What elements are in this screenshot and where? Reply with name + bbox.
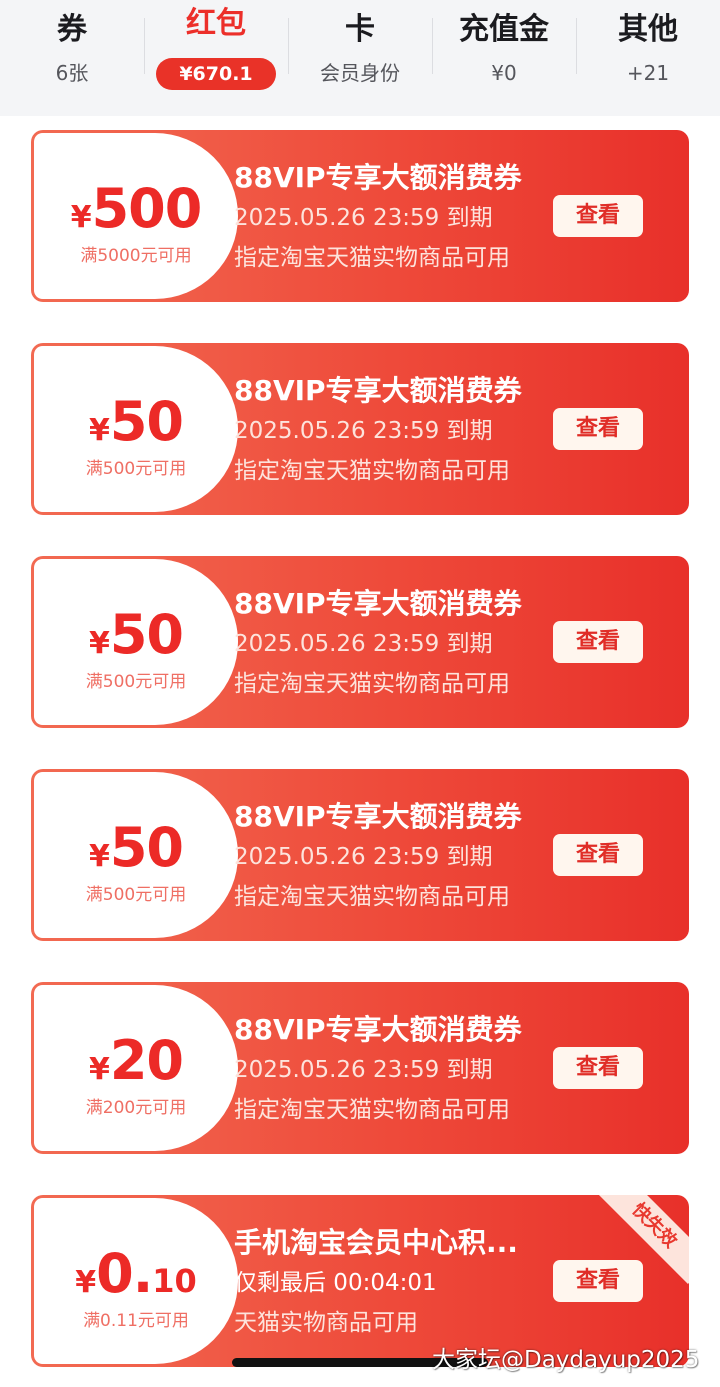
coupon-expiry: 2025.05.26 23:59 到期 — [234, 844, 493, 870]
coupon-value-panel: ¥20 满200元可用 — [34, 985, 238, 1151]
coupon-amount: ¥50 — [34, 603, 238, 667]
coupon-scope: 指定淘宝天猫实物商品可用 — [234, 884, 510, 910]
currency-symbol: ¥ — [75, 1265, 97, 1300]
tab-title: 卡 — [345, 12, 375, 47]
coupon-expiry: 2025.05.26 23:59 到期 — [234, 205, 493, 231]
amount-decimal: 10 — [152, 1262, 197, 1300]
view-button[interactable]: 查看 — [553, 1047, 643, 1089]
currency-symbol: ¥ — [70, 200, 92, 235]
currency-symbol: ¥ — [88, 1052, 110, 1087]
coupon-condition: 满500元可用 — [85, 459, 187, 479]
tab-balance-badge: ¥670.1 — [156, 58, 276, 90]
tab-red-packets[interactable]: 红包 ¥670.1 — [144, 0, 288, 116]
coupon-expiry: 2025.05.26 23:59 到期 — [234, 1057, 493, 1083]
coupon-scope: 指定淘宝天猫实物商品可用 — [234, 1097, 510, 1123]
coupon-title: 88VIP专享大额消费券 — [234, 587, 522, 620]
currency-symbol: ¥ — [88, 413, 110, 448]
coupon-amount: ¥50 — [34, 390, 238, 454]
currency-symbol: ¥ — [88, 626, 110, 661]
coupon-amount: ¥50 — [34, 816, 238, 880]
tab-title: 券 — [57, 12, 87, 47]
coupon-countdown: 仅剩最后 00:04:01 — [234, 1270, 437, 1296]
coupon-amount: ¥0.10 — [34, 1242, 238, 1306]
coupon-amount: ¥500 — [34, 177, 238, 241]
tab-cards[interactable]: 卡 会员身份 — [288, 0, 432, 116]
view-button[interactable]: 查看 — [553, 408, 643, 450]
coupon-card[interactable]: ¥50 满500元可用 88VIP专享大额消费券 2025.05.26 23:5… — [31, 556, 689, 728]
tab-title: 红包 — [186, 6, 246, 41]
view-button[interactable]: 查看 — [553, 621, 643, 663]
coupon-title: 88VIP专享大额消费券 — [234, 374, 522, 407]
coupon-scope: 指定淘宝天猫实物商品可用 — [234, 245, 510, 271]
amount-value: 50 — [109, 603, 184, 666]
tab-count: +21 — [626, 61, 670, 85]
coupon-condition: 满0.11元可用 — [83, 1311, 189, 1331]
coupon-card[interactable]: ¥20 满200元可用 88VIP专享大额消费券 2025.05.26 23:5… — [31, 982, 689, 1154]
amount-value: 20 — [109, 1029, 184, 1092]
coupon-expiry: 2025.05.26 23:59 到期 — [234, 631, 493, 657]
watermark: 大家坛@Daydayup2025 — [432, 1347, 700, 1373]
tab-subtitle: 会员身份 — [320, 61, 400, 85]
coupon-title: 88VIP专享大额消费券 — [234, 1013, 522, 1046]
coupon-value-panel: ¥50 满500元可用 — [34, 346, 238, 512]
amount-value: 0. — [96, 1242, 153, 1305]
coupon-scope: 指定淘宝天猫实物商品可用 — [234, 458, 510, 484]
coupon-title: 手机淘宝会员中心积... — [234, 1226, 518, 1259]
coupon-card[interactable]: ¥50 满500元可用 88VIP专享大额消费券 2025.05.26 23:5… — [31, 343, 689, 515]
tab-recharge[interactable]: 充值金 ¥0 — [432, 0, 576, 116]
coupon-expiry: 2025.05.26 23:59 到期 — [234, 418, 493, 444]
view-button[interactable]: 查看 — [553, 1260, 643, 1302]
coupon-card[interactable]: ¥500 满5000元可用 88VIP专享大额消费券 2025.05.26 23… — [31, 130, 689, 302]
view-button[interactable]: 查看 — [553, 834, 643, 876]
coupon-value-panel: ¥500 满5000元可用 — [34, 133, 238, 299]
tab-balance: ¥0 — [491, 61, 517, 85]
coupon-title: 88VIP专享大额消费券 — [234, 800, 522, 833]
coupon-condition: 满5000元可用 — [80, 246, 192, 266]
amount-value: 50 — [109, 816, 184, 879]
coupon-condition: 满200元可用 — [85, 1098, 187, 1118]
amount-value: 500 — [91, 177, 203, 240]
currency-symbol: ¥ — [88, 839, 110, 874]
coupon-card[interactable]: ¥50 满500元可用 88VIP专享大额消费券 2025.05.26 23:5… — [31, 769, 689, 941]
coupon-title: 88VIP专享大额消费券 — [234, 161, 522, 194]
coupon-value-panel: ¥50 满500元可用 — [34, 559, 238, 725]
coupon-condition: 满500元可用 — [85, 885, 187, 905]
tab-count: 6张 — [55, 61, 89, 85]
coupon-value-panel: ¥50 满500元可用 — [34, 772, 238, 938]
tab-title: 其他 — [618, 12, 678, 47]
amount-value: 50 — [109, 390, 184, 453]
coupon-condition: 满500元可用 — [85, 672, 187, 692]
wallet-tabs: 券 6张 红包 ¥670.1 卡 会员身份 充值金 ¥0 其他 +21 — [0, 0, 720, 116]
tab-others[interactable]: 其他 +21 — [576, 0, 720, 116]
coupon-scope: 天猫实物商品可用 — [234, 1310, 418, 1336]
view-button[interactable]: 查看 — [553, 195, 643, 237]
coupon-value-panel: ¥0.10 满0.11元可用 — [34, 1198, 238, 1364]
tab-coupons[interactable]: 券 6张 — [0, 0, 144, 116]
tab-title: 充值金 — [459, 12, 549, 47]
coupon-scope: 指定淘宝天猫实物商品可用 — [234, 671, 510, 697]
coupon-amount: ¥20 — [34, 1029, 238, 1093]
